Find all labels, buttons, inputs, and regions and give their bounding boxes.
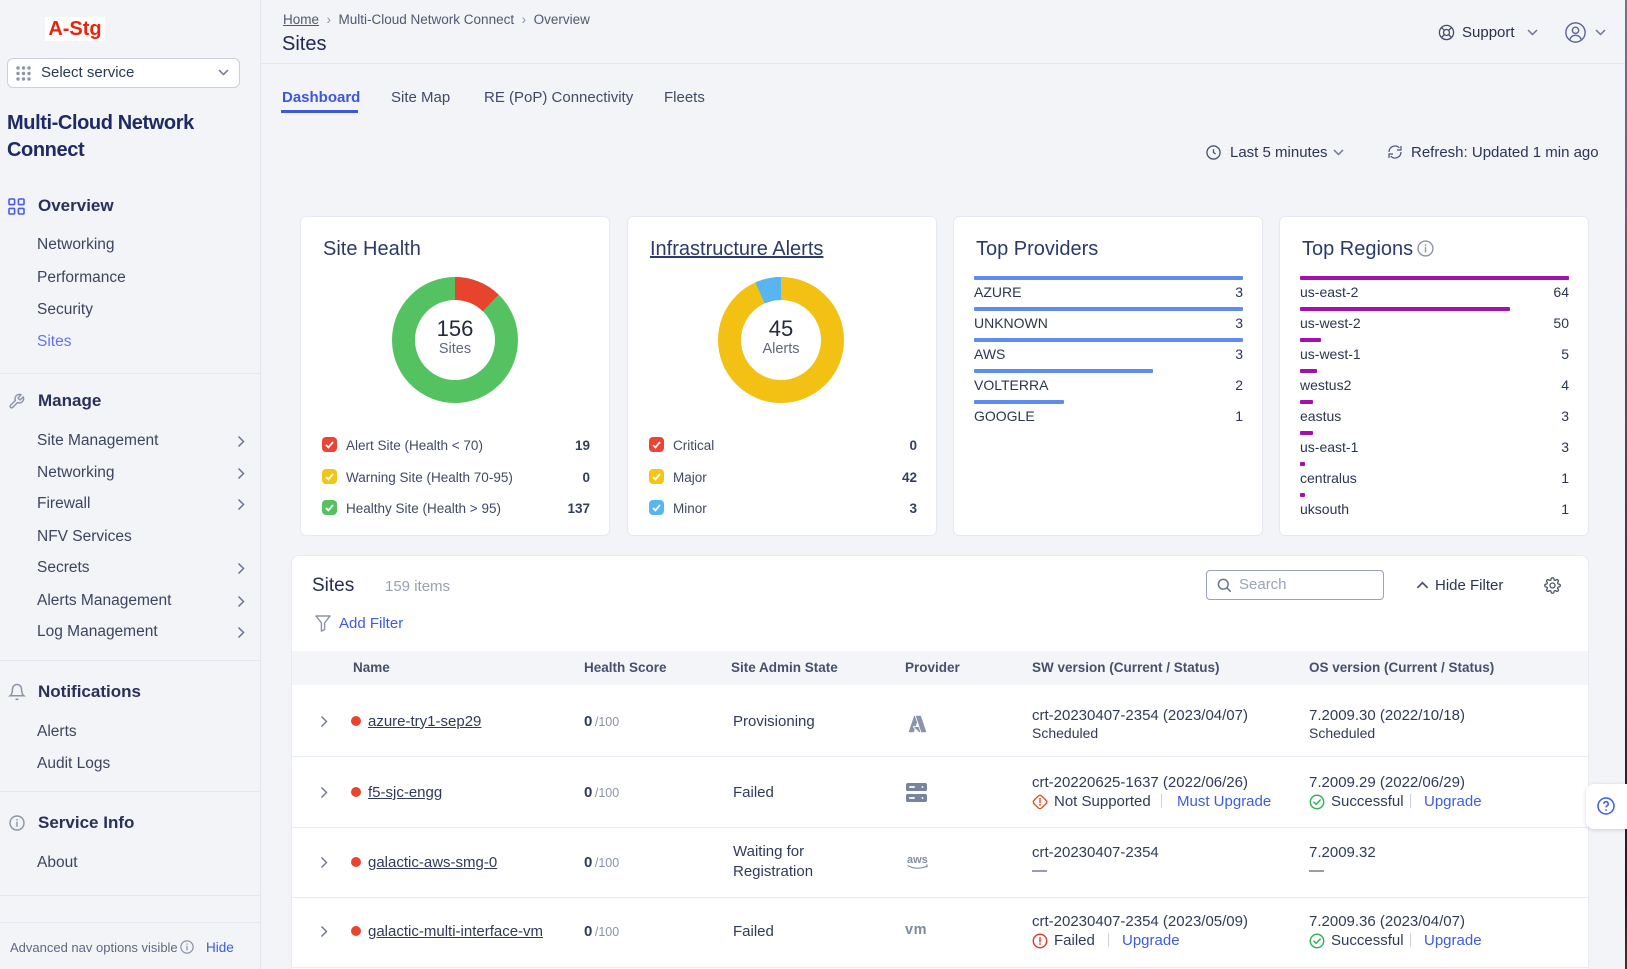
svg-text:aws: aws <box>907 854 928 866</box>
